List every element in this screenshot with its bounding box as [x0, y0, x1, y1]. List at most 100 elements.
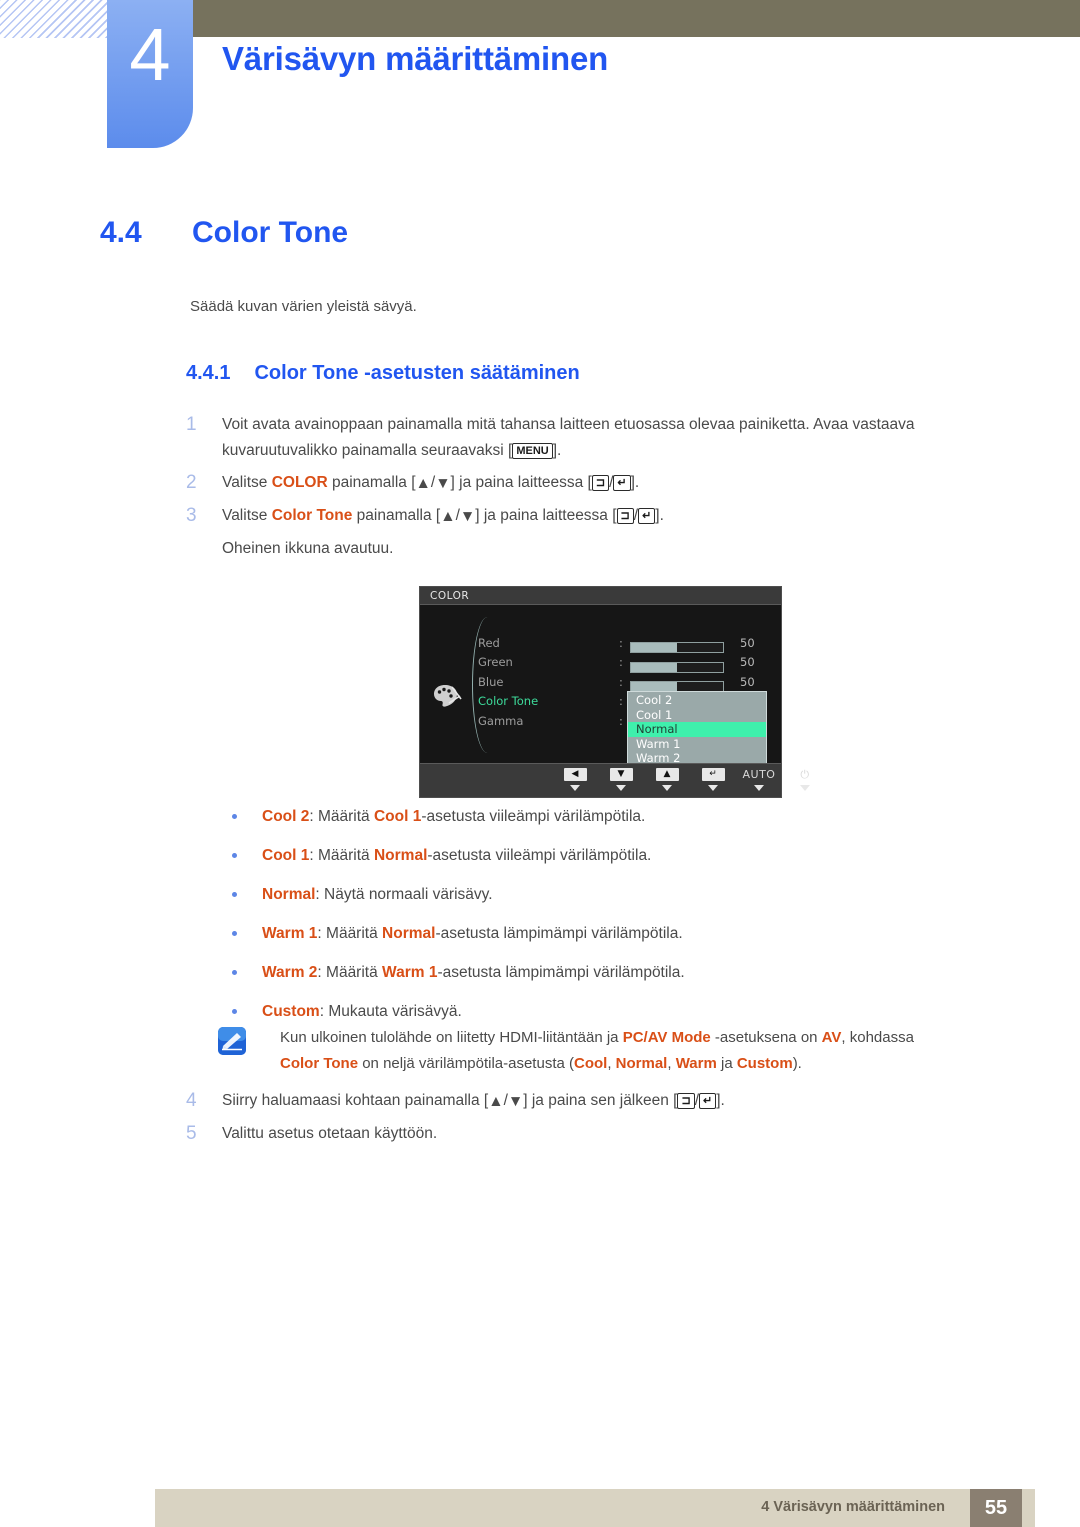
header-olive-bar — [193, 0, 1080, 37]
step-text: Valitse Color Tone painamalla [▲/▼] ja p… — [222, 503, 1022, 530]
arrow-glyph: ▲ — [488, 1093, 504, 1110]
text-segment: -asetusta lämpimämpi värilämpötila. — [435, 925, 683, 942]
note-box: Kun ulkoinen tulolähde on liitetty HDMI-… — [218, 1025, 1018, 1077]
step-text: Siirry haluamaasi kohtaan painamalla [▲/… — [222, 1088, 1022, 1115]
list-item: Custom: Mukauta värisävyä. — [232, 1001, 1032, 1023]
caret-down-icon — [754, 785, 764, 791]
osd-slider-fill — [631, 681, 677, 691]
osd-menu-item-green[interactable]: Green — [478, 653, 598, 672]
arrow-glyph: ▲ — [415, 475, 431, 492]
text-segment: : Määritä — [309, 808, 374, 825]
osd-slider-track[interactable] — [630, 661, 724, 673]
left-button-icon[interactable]: ◀ — [563, 768, 587, 781]
osd-slider-row-red[interactable] — [630, 638, 730, 657]
osd-colon: : — [619, 655, 623, 670]
arrow-glyph: ▼ — [435, 475, 451, 492]
arrow-glyph: ▼ — [459, 508, 476, 525]
color-tone-options-list: Cool 2: Määritä Cool 1-asetusta viileämp… — [232, 806, 1032, 1040]
palette-icon — [432, 683, 462, 709]
key-glyph: MENU — [512, 443, 553, 459]
list-item-text: Warm 1: Määritä Normal-asetusta lämpimäm… — [262, 923, 683, 945]
osd-dropdown-option-cool-1[interactable]: Cool 1 — [628, 708, 766, 723]
osd-slider-value-green: 50 — [740, 655, 755, 670]
osd-dropdown-option-normal[interactable]: Normal — [628, 722, 766, 737]
osd-slider-column — [630, 638, 730, 696]
osd-menu-item-color-tone[interactable]: Color Tone — [478, 692, 598, 711]
subsection-number: 4.4.1 — [186, 362, 231, 384]
header-stripe-pattern — [0, 0, 107, 38]
step-subtext: Oheinen ikkuna avautuu. — [222, 540, 394, 557]
section-number: 4.4 — [100, 216, 142, 249]
caret-down-icon — [708, 785, 718, 791]
osd-enter-button[interactable]: ↵ — [698, 768, 728, 791]
footer-bar: 4 Värisävyn määrittäminen 55 — [155, 1489, 1035, 1527]
key-glyph: ⊐ — [616, 508, 634, 524]
text-segment: ]. — [552, 442, 562, 459]
chapter-badge: 4 — [107, 0, 193, 148]
text-segment: : Määritä — [309, 847, 374, 864]
osd-dropdown-option-warm-1[interactable]: Warm 1 — [628, 737, 766, 752]
section-intro-text: Säädä kuvan värien yleistä sävyä. — [190, 298, 417, 315]
down-button-icon[interactable]: ▼ — [609, 768, 633, 781]
keyword: COLOR — [271, 474, 328, 491]
step-number: 2 — [186, 472, 197, 493]
caret-down-icon — [662, 785, 672, 791]
note-line-2: Color Tone on neljä värilämpötila-asetus… — [280, 1051, 914, 1077]
osd-menu-item-red[interactable]: Red — [478, 634, 598, 653]
step-number: 4 — [186, 1090, 197, 1111]
auto-button-icon[interactable]: AUTO — [743, 768, 775, 781]
note-keyword-cool: Cool — [574, 1055, 608, 1072]
up-button-icon[interactable]: ▲ — [655, 768, 679, 781]
note-text-segment: , kohdassa — [841, 1029, 914, 1046]
text-segment: -asetusta viileämpi värilämpötila. — [421, 808, 646, 825]
list-item: Warm 1: Määritä Normal-asetusta lämpimäm… — [232, 923, 1032, 945]
osd-menu-item-gamma[interactable]: Gamma — [478, 712, 598, 731]
arrow-glyph: ▲ — [440, 508, 456, 525]
page-number: 55 — [970, 1489, 1022, 1527]
option-reference: Normal — [373, 847, 428, 864]
option-reference: Normal — [382, 925, 436, 942]
note-text-segment: -asetuksena on — [710, 1029, 822, 1046]
step-number: 3 — [186, 505, 197, 526]
bullet-dot-icon — [232, 1001, 262, 1014]
option-name: Warm 1 — [262, 925, 318, 942]
list-item: Normal: Näytä normaali värisävy. — [232, 884, 1032, 906]
keyword: Color Tone — [271, 507, 353, 524]
note-text-segment: ). — [792, 1055, 802, 1072]
osd-slider-row-green[interactable] — [630, 657, 730, 676]
osd-screenshot: COLOR Red Green Blue Color Tone Gamma ::::: … — [419, 586, 810, 798]
osd-body: Red Green Blue Color Tone Gamma ::::: 50 50 50… — [420, 605, 781, 782]
osd-slider-track[interactable] — [630, 642, 724, 654]
text-segment: ]. — [655, 507, 664, 524]
step-item: 1 Voit avata avainoppaan painamalla mitä … — [186, 412, 1022, 464]
osd-colon: : — [619, 636, 623, 650]
osd-colon: : — [619, 674, 623, 689]
step-item: 3 Valitse Color Tone painamalla [▲/▼] ja … — [186, 503, 1022, 530]
osd-titlebar: COLOR — [420, 587, 781, 605]
osd-left-button[interactable]: ◀ — [560, 768, 590, 791]
arrow-glyph: ▼ — [507, 1093, 524, 1110]
osd-dropdown-option-cool-2[interactable]: Cool 2 — [628, 693, 766, 708]
note-line-1: Kun ulkoinen tulolähde on liitetty HDMI-… — [280, 1025, 914, 1051]
step-text: Valittu asetus otetaan käyttöön. — [222, 1121, 1022, 1147]
osd-title: COLOR — [430, 589, 470, 602]
chapter-title: Värisävyn määrittäminen — [222, 40, 609, 77]
osd-up-button[interactable]: ▲ — [652, 768, 682, 791]
text-segment: : Mukauta värisävyä. — [319, 1003, 462, 1020]
enter-button-icon[interactable]: ↵ — [701, 768, 725, 781]
list-item-text: Cool 1: Määritä Normal-asetusta viileämp… — [262, 845, 651, 867]
step-item: 4 Siirry haluamaasi kohtaan painamalla [▲… — [186, 1088, 1022, 1115]
bullet-dot-icon — [232, 884, 262, 897]
osd-power-button[interactable]: ⏻ — [790, 768, 820, 791]
bullet-dot-icon — [232, 845, 262, 858]
osd-auto-button[interactable]: AUTO — [743, 768, 775, 791]
section-heading: 4.4 Color Tone — [100, 216, 348, 250]
osd-down-button[interactable]: ▼ — [606, 768, 636, 791]
note-keyword-av: AV — [821, 1029, 842, 1046]
osd-menu-item-blue[interactable]: Blue — [478, 673, 598, 692]
text-segment: ] ja paina laitteessa [ — [475, 507, 617, 524]
option-name: Normal — [262, 886, 316, 903]
subsection-title: Color Tone -asetusten säätäminen — [254, 362, 580, 384]
power-button-icon[interactable]: ⏻ — [790, 768, 820, 781]
osd-slider-value-blue: 50 — [740, 674, 755, 689]
